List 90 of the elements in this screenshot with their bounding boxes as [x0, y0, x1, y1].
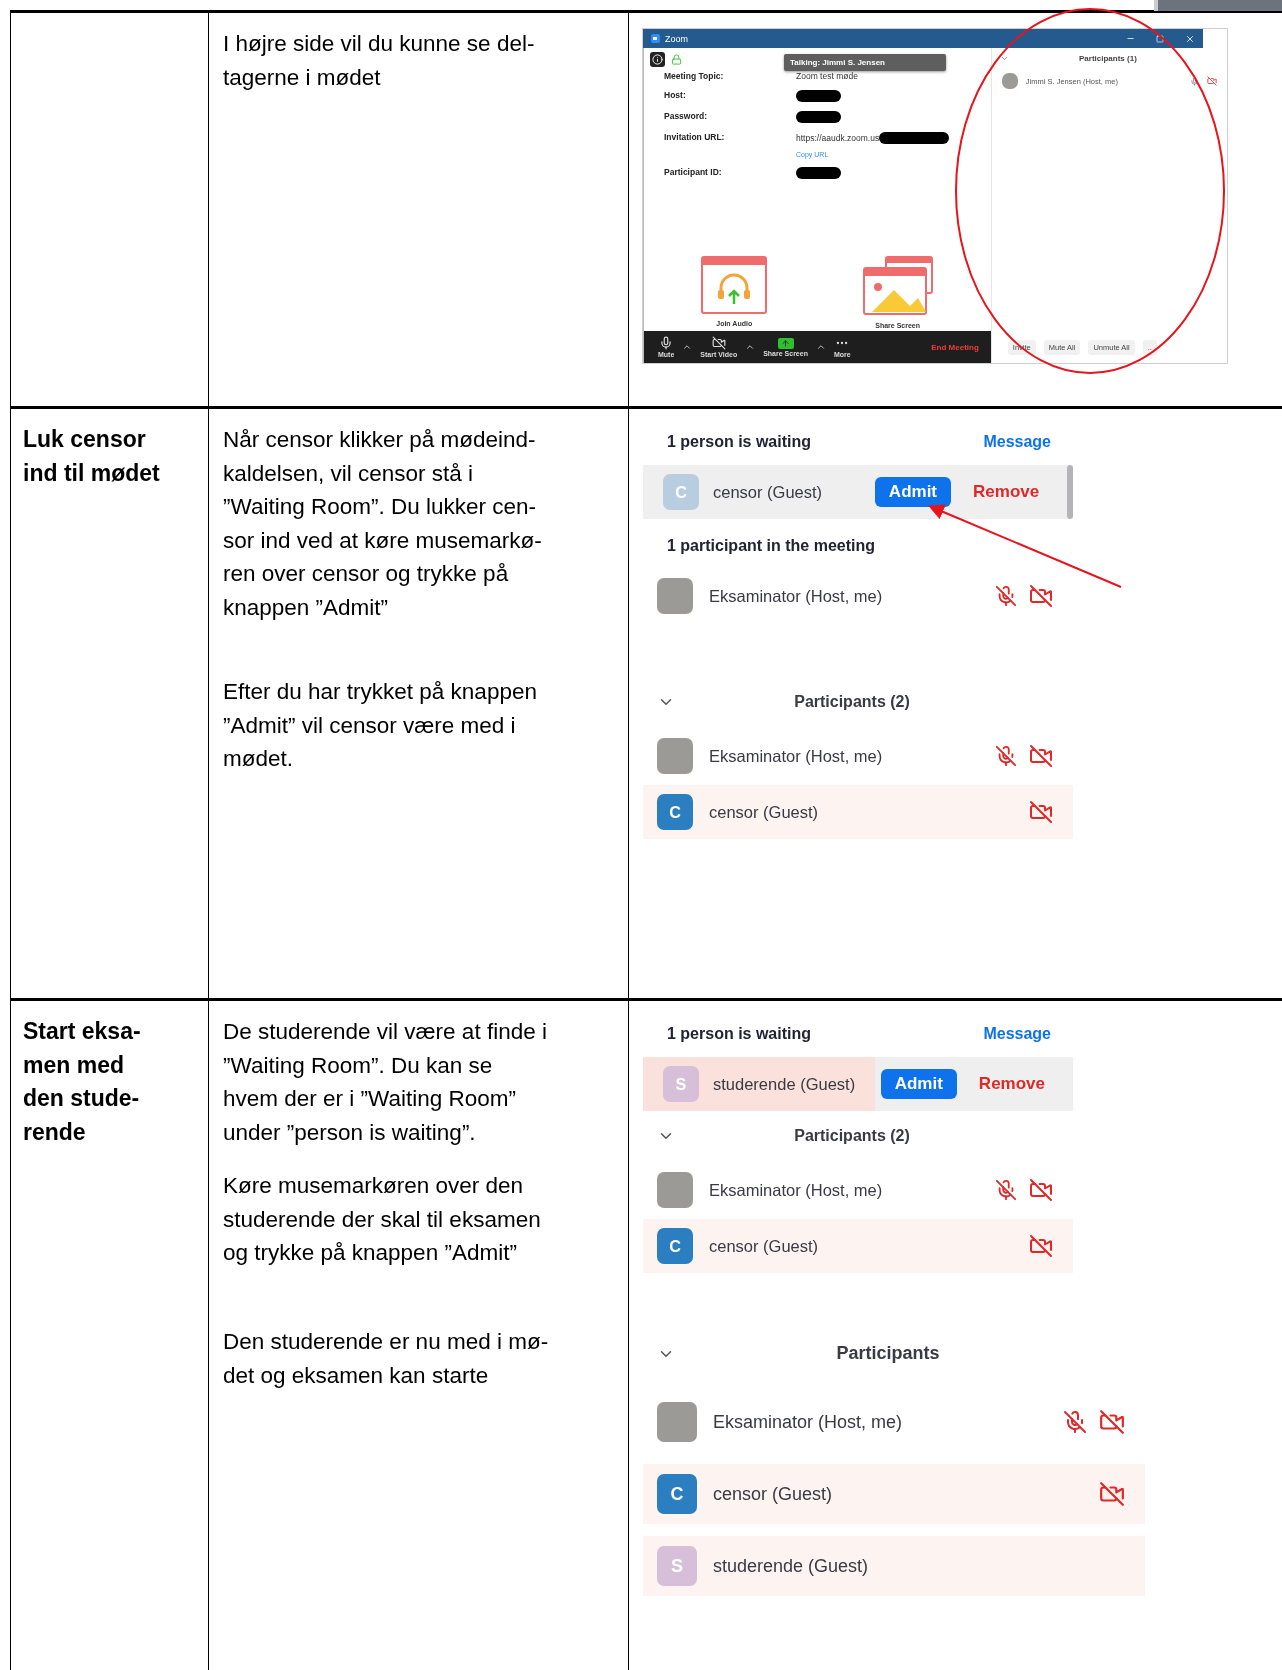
participant-name: Eksaminator (Host, me): [713, 1411, 904, 1433]
window-title: Zoom: [665, 33, 689, 44]
muted-mic-icon[interactable]: [1063, 1410, 1087, 1434]
camera-off-icon[interactable]: [1099, 1481, 1125, 1507]
close-icon[interactable]: [1185, 33, 1195, 44]
instruction-text: De studerende vil være at finde i ”Waiting Room”. Du kan se hvem der er i ”Waiting Room” under ”person is waiting”.: [223, 1018, 548, 1147]
avatar-photo-placeholder: [657, 1402, 697, 1442]
camera-off-icon[interactable]: [1029, 1234, 1053, 1258]
field-label: Host:: [664, 90, 687, 100]
initial-avatar: C: [657, 1474, 697, 1514]
admit-button[interactable]: Admit: [874, 477, 952, 507]
admit-button[interactable]: Admit: [880, 1069, 957, 1099]
muted-mic-icon[interactable]: [995, 1179, 1017, 1201]
participant-name: censor (Guest): [709, 802, 820, 822]
participant-name: Eksaminator (Host, me): [709, 586, 884, 606]
caret-icon[interactable]: [815, 342, 826, 352]
camera-off-icon[interactable]: [1207, 76, 1217, 86]
initial-avatar: S: [657, 1546, 697, 1586]
field-label: Password:: [664, 111, 708, 121]
pictures-illustration[interactable]: [861, 256, 934, 318]
field-label: Meeting Topic:: [664, 71, 725, 81]
participant-row[interactable]: Eksaminator (Host, me): [643, 729, 1073, 783]
participants-title: Participants: [835, 1343, 941, 1364]
initial-avatar: C: [657, 1228, 693, 1264]
field-value: https://aaudk.zoom.us: [796, 133, 880, 143]
end-meeting-button[interactable]: End Meeting: [925, 341, 985, 353]
field-label: Invitation URL:: [664, 132, 726, 142]
participants-title: Participants (1): [1078, 54, 1138, 63]
instruction-text: Når censor klikker på mødeind- kaldelsen, vil censor stå i ”Waiting Room”. Du lukker cen- sor ind ved at køre musemarkø- ren over censor og trykke på knappen ”Admit”: [223, 426, 543, 622]
field-label: Participant ID:: [664, 167, 723, 177]
row-heading: Luk censor ind til mødet: [23, 425, 161, 488]
avatar-photo-placeholder: [657, 738, 693, 774]
caret-icon[interactable]: [682, 342, 693, 352]
camera-off-icon[interactable]: [1029, 1178, 1053, 1202]
headphones-illustration[interactable]: [701, 256, 768, 316]
participants-title: Participants (2): [793, 1127, 911, 1145]
instruction-text: Efter du har trykket på knappen ”Admit” vil censor være med i mødet.: [223, 678, 538, 773]
message-link[interactable]: Message: [983, 433, 1051, 451]
avatar-photo-placeholder: [657, 1172, 693, 1208]
remove-button[interactable]: Remove: [970, 1069, 1053, 1099]
talking-tooltip: Talking: Jimmi S. Jensen: [784, 54, 946, 71]
participant-row[interactable]: Eksaminator (Host, me): [643, 1163, 1073, 1217]
field-value: Zoom test møde: [796, 71, 858, 81]
instruction-text: I højre side vil du kunne se del- tagerne i mødet: [223, 30, 536, 92]
waiting-row[interactable]: S studerende (Guest) Admit Remove: [643, 1057, 1073, 1111]
info-icon[interactable]: [650, 52, 665, 67]
participant-name: censor (Guest): [709, 1236, 820, 1256]
participant-row[interactable]: C censor (Guest): [643, 1219, 1073, 1273]
guest-name: studerende (Guest): [713, 1074, 857, 1094]
avatar-photo-placeholder: [657, 578, 693, 614]
section-heading: 1 participant in the meeting: [666, 536, 877, 556]
instruction-text: Den studerende er nu med i mø- det og eksamen kan starte: [223, 1328, 550, 1390]
participant-name: censor (Guest): [713, 1483, 834, 1505]
camera-logo-icon: [651, 34, 660, 43]
mic-icon[interactable]: [1190, 76, 1199, 86]
lock-icon: [671, 54, 682, 65]
maximize-icon[interactable]: [1156, 34, 1164, 43]
caret-icon[interactable]: [745, 342, 756, 352]
participant-row[interactable]: Eksaminator (Host, me): [643, 1392, 1145, 1452]
participant-name: studerende (Guest): [713, 1555, 870, 1577]
share-screen-icon: [777, 337, 794, 349]
camera-off-icon[interactable]: [1099, 1409, 1125, 1435]
scrollbar[interactable]: [1067, 465, 1073, 519]
waiting-count: 1 person is waiting: [667, 1025, 812, 1043]
initial-avatar: C: [663, 474, 699, 510]
camera-off-icon: [711, 336, 726, 350]
camera-off-icon[interactable]: [1029, 584, 1053, 608]
waiting-count: 1 person is waiting: [667, 433, 812, 451]
row-heading: Start eksa- men med den stude- rende: [23, 1017, 142, 1147]
participant-name: Eksaminator (Host, me): [709, 1180, 884, 1200]
instruction-text: Køre musemarkøren over den studerende der skal til eksamen og trykke på knappen ”Admit”: [223, 1172, 542, 1267]
participant-row[interactable]: Eksaminator (Host, me): [643, 569, 1073, 623]
participant-row[interactable]: S studerende (Guest): [643, 1536, 1145, 1596]
participant-name: Eksaminator (Host, me): [709, 746, 884, 766]
initial-avatar: S: [663, 1066, 699, 1102]
guest-name: censor (Guest): [713, 482, 824, 502]
muted-mic-icon[interactable]: [995, 585, 1017, 607]
mic-icon: [659, 336, 674, 350]
initial-avatar: C: [657, 794, 693, 830]
message-link[interactable]: Message: [983, 1025, 1051, 1043]
chevron-down-icon[interactable]: [999, 54, 1009, 63]
camera-off-icon[interactable]: [1029, 800, 1053, 824]
participant-row[interactable]: C censor (Guest): [643, 1464, 1145, 1524]
waiting-row[interactable]: C censor (Guest) Admit Remove: [643, 465, 1068, 519]
remove-button[interactable]: Remove: [965, 477, 1048, 507]
avatar-photo-placeholder: [1001, 73, 1018, 89]
participants-title: Participants (2): [793, 693, 911, 711]
participant-row[interactable]: C censor (Guest): [643, 785, 1073, 839]
camera-off-icon[interactable]: [1029, 744, 1053, 768]
muted-mic-icon[interactable]: [995, 745, 1017, 767]
